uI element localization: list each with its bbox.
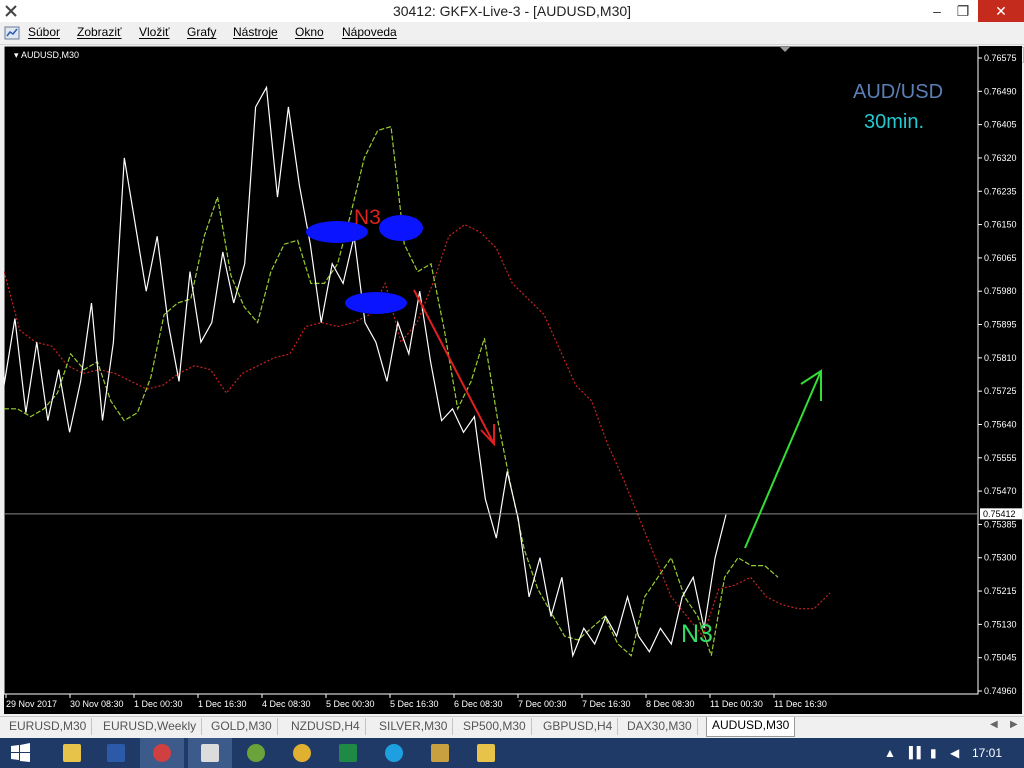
tab-scroll-right-icon[interactable]: ▶ <box>1010 719 1018 730</box>
time-tick-label: 11 Dec 00:30 <box>710 699 763 709</box>
price-series <box>4 85 727 659</box>
excel-icon[interactable] <box>326 738 370 768</box>
meta-icon[interactable] <box>140 738 184 768</box>
menu-view[interactable]: Zobraziť <box>77 25 122 39</box>
menu-tools[interactable]: Nástroje <box>233 25 278 39</box>
volume-icon[interactable]: ◀ <box>950 738 959 768</box>
price-tick-label: 0.76065 <box>984 253 1017 263</box>
price-tick-label: 0.75215 <box>984 586 1017 596</box>
price-tick-label: 0.75810 <box>984 353 1017 363</box>
chart-window-icon[interactable] <box>4 25 20 41</box>
time-tick-label: 11 Dec 16:30 <box>774 699 827 709</box>
tab-gbpusd-h4[interactable]: GBPUSD,H4 <box>538 718 619 735</box>
clock[interactable]: 17:01 <box>972 738 1002 768</box>
price-tick-label: 0.75300 <box>984 553 1017 563</box>
price-tick-label: 0.75470 <box>984 486 1017 496</box>
menu-window[interactable]: Okno <box>295 25 324 39</box>
up-arrow <box>744 369 822 549</box>
tab-audusd-m30[interactable]: AUDUSD,M30 <box>706 717 796 737</box>
plot-frame <box>4 46 979 695</box>
close-button[interactable]: ✕ <box>978 0 1024 22</box>
tray-expand-icon[interactable]: ▲ <box>884 738 896 768</box>
tab-eurusd-weekly[interactable]: EURUSD,Weekly <box>98 718 203 735</box>
time-tick-label: 1 Dec 00:30 <box>134 699 183 709</box>
marker-top-label: N3 <box>354 206 381 229</box>
symbol-label: AUDUSD,M30 <box>21 50 79 60</box>
taskbar: ▲ ▐▐ ▮ ◀ 17:01 <box>0 738 1024 768</box>
tab-gold-m30[interactable]: GOLD,M30 <box>206 718 278 735</box>
menu-bar: Súbor Zobraziť Vložiť Grafy Nástroje Okn… <box>0 22 1024 63</box>
price-tick-label: 0.76150 <box>984 220 1017 230</box>
time-tick-label: 1 Dec 16:30 <box>198 699 247 709</box>
time-tick-label: 4 Dec 08:30 <box>262 699 311 709</box>
time-tick-label: 7 Dec 16:30 <box>582 699 631 709</box>
current-price-value: 0.75412 <box>983 509 1016 519</box>
price-tick-label: 0.75980 <box>984 286 1017 296</box>
timeframe-annotation: 30min. <box>864 111 924 133</box>
price-tick-label: 0.76320 <box>984 153 1017 163</box>
price-tick-label: 0.75045 <box>984 653 1017 663</box>
tab-eurusd-m30[interactable]: EURUSD,M30 <box>4 718 93 735</box>
tab-sp500-m30[interactable]: SP500,M30 <box>458 718 532 735</box>
price-tick-label: 0.76405 <box>984 120 1017 130</box>
price-tick-label: 0.75640 <box>984 419 1017 429</box>
chikou-layer <box>4 125 779 657</box>
down-arrow <box>413 289 495 447</box>
price-chart[interactable]: ▾ AUDUSD,M30 AUD/USD 30min. N3 N3 0.7657… <box>4 46 1022 714</box>
folder-icon[interactable] <box>464 738 508 768</box>
price-tick-label: 0.75725 <box>984 386 1017 396</box>
window-title: 30412: GKFX-Live-3 - [AUDUSD,M30] <box>392 3 632 19</box>
time-tick-label: 6 Dec 08:30 <box>454 699 503 709</box>
price-tick-label: 0.75385 <box>984 519 1017 529</box>
chart-area[interactable]: ▾ AUDUSD,M30 AUD/USD 30min. N3 N3 0.7657… <box>4 46 1022 714</box>
tab-nzdusd-h4[interactable]: NZDUSD,H4 <box>286 718 366 735</box>
menu-insert[interactable]: Vložiť <box>139 25 170 39</box>
price-tick-label: 0.76575 <box>984 53 1017 63</box>
price-tick-label: 0.75555 <box>984 453 1017 463</box>
kijun-layer <box>4 223 831 638</box>
chart-shift-marker[interactable] <box>780 47 790 52</box>
time-tick-label: 8 Dec 08:30 <box>646 699 695 709</box>
price-tick-label: 0.76490 <box>984 86 1017 96</box>
gkfx-icon[interactable] <box>234 738 278 768</box>
battery-icon[interactable]: ▮ <box>930 738 937 768</box>
chikou-series <box>4 125 779 657</box>
tab-silver-m30[interactable]: SILVER,M30 <box>374 718 454 735</box>
windows-start-icon[interactable] <box>0 738 40 768</box>
highlight-ellipse <box>379 215 423 241</box>
collapse-triangle-icon[interactable]: ▾ <box>14 50 19 60</box>
title-bar: 30412: GKFX-Live-3 - [AUDUSD,M30] – ❐ ✕ <box>0 0 1024 22</box>
time-tick-label: 30 Nov 08:30 <box>70 699 124 709</box>
chart-tab-bar: EURUSD,M30 EURUSD,Weekly GOLD,M30 NZDUSD… <box>0 716 1024 737</box>
tab-dax30-m30[interactable]: DAX30,M30 <box>622 718 698 735</box>
highlight-ellipse <box>345 292 407 314</box>
price-tick-label: 0.75130 <box>984 619 1017 629</box>
price-layer <box>4 85 727 659</box>
menu-help[interactable]: Nápoveda <box>342 25 397 39</box>
tab-scroll-left-icon[interactable]: ◀ <box>990 719 998 730</box>
chrome-icon[interactable] <box>280 738 324 768</box>
time-tick-label: 7 Dec 00:30 <box>518 699 567 709</box>
time-tick-label: 29 Nov 2017 <box>6 699 57 709</box>
price-tick-label: 0.74960 <box>984 686 1017 696</box>
metatrader-icon[interactable] <box>188 738 232 768</box>
price-tick-label: 0.75895 <box>984 320 1017 330</box>
maximize-button[interactable]: ❐ <box>948 0 978 22</box>
word-icon[interactable] <box>94 738 138 768</box>
menu-file[interactable]: Súbor <box>28 25 60 39</box>
photo-icon[interactable] <box>418 738 462 768</box>
kijun-series <box>4 223 831 638</box>
current-price-tag: 0.75412 <box>980 508 1022 520</box>
menu-charts[interactable]: Grafy <box>187 25 216 39</box>
price-axis: 0.76575 0.76490 0.76405 0.76320 0.76235 0.761… <box>978 53 1017 696</box>
network-icon[interactable]: ▐▐ <box>905 738 921 768</box>
time-axis: 29 Nov 2017 30 Nov 08:30 1 Dec 00:30 1 Dec … <box>5 694 827 709</box>
price-tick-label: 0.76235 <box>984 186 1017 196</box>
pair-annotation: AUD/USD <box>853 81 943 103</box>
skype-icon[interactable] <box>372 738 416 768</box>
marker-bottom-label: N3 <box>681 620 713 648</box>
explorer-icon[interactable] <box>50 738 94 768</box>
time-tick-label: 5 Dec 16:30 <box>390 699 439 709</box>
time-tick-label: 5 Dec 00:30 <box>326 699 375 709</box>
